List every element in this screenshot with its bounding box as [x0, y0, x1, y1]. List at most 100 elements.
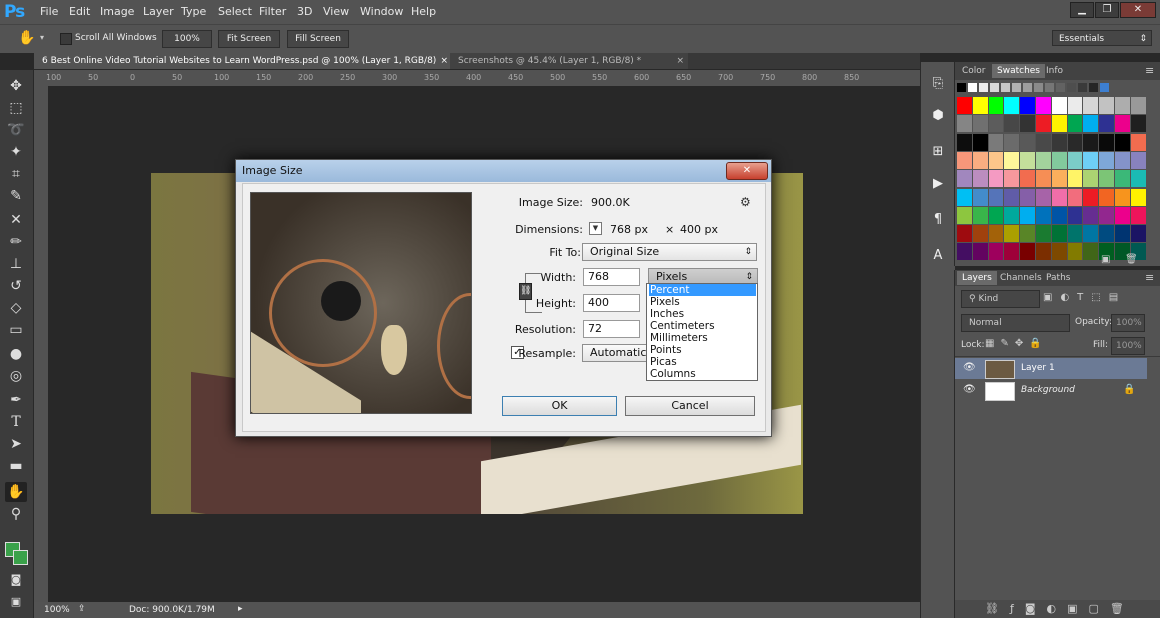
zoom-level[interactable]: 100%: [44, 605, 70, 615]
swatch[interactable]: [1036, 97, 1051, 114]
arrow-right-icon[interactable]: ▸: [238, 604, 243, 614]
stamp-tool-icon[interactable]: ⊥: [5, 254, 27, 274]
swatch[interactable]: [1036, 206, 1051, 224]
swatch[interactable]: [990, 83, 999, 92]
dialog-title-bar[interactable]: Image Size ✕: [236, 160, 771, 182]
swatch[interactable]: [1004, 97, 1020, 114]
swatch[interactable]: [1083, 151, 1099, 169]
menu-select[interactable]: Select: [218, 5, 252, 18]
zoom-tool-icon[interactable]: ⚲: [5, 504, 27, 524]
unit-option-columns[interactable]: Columns: [649, 368, 756, 380]
swatch[interactable]: [1036, 115, 1051, 133]
scroll-all-checkbox[interactable]: [60, 33, 72, 45]
swatch[interactable]: [1051, 170, 1067, 188]
visibility-eye-icon[interactable]: 👁: [963, 362, 976, 373]
swatch[interactable]: [1083, 115, 1099, 133]
swatch[interactable]: [1083, 188, 1099, 206]
menu-window[interactable]: Window: [360, 5, 403, 18]
gradient-tool-icon[interactable]: ▭: [5, 320, 27, 340]
unit-option-pixels[interactable]: Pixels: [649, 296, 756, 308]
swatch[interactable]: [1036, 133, 1051, 151]
swatch[interactable]: [1067, 188, 1083, 206]
fill-screen-button[interactable]: Fill Screen: [287, 30, 349, 48]
fit-screen-button[interactable]: Fit Screen: [218, 30, 280, 48]
swatch[interactable]: [1012, 83, 1021, 92]
swatch[interactable]: [1004, 206, 1020, 224]
swatch[interactable]: [972, 225, 988, 243]
menu-view[interactable]: View: [323, 5, 349, 18]
width-input[interactable]: 768: [583, 268, 640, 286]
swatch[interactable]: [988, 151, 1004, 169]
swatch[interactable]: [1004, 188, 1020, 206]
swatch[interactable]: [1099, 225, 1114, 243]
history-panel-icon[interactable]: ⎘: [929, 76, 947, 94]
swatch[interactable]: [988, 188, 1004, 206]
swatch[interactable]: [1099, 170, 1114, 188]
swatch[interactable]: [988, 225, 1004, 243]
swatch[interactable]: [1051, 225, 1067, 243]
swatch[interactable]: [957, 115, 972, 133]
swatch[interactable]: [1067, 151, 1083, 169]
menu-filter[interactable]: Filter: [259, 5, 286, 18]
swatch[interactable]: [1051, 97, 1067, 114]
tab-screenshots[interactable]: Screenshots @ 45.4% (Layer 1, RGB/8) * ×: [450, 53, 688, 69]
close-window-button[interactable]: ✕: [1120, 2, 1156, 18]
menu-edit[interactable]: Edit: [69, 5, 90, 18]
height-input[interactable]: 400: [583, 294, 640, 312]
swatch[interactable]: [1083, 225, 1099, 243]
menu-help[interactable]: Help: [411, 5, 436, 18]
image-preview[interactable]: [250, 192, 472, 414]
menu-3d[interactable]: 3D: [297, 5, 312, 18]
blend-mode-select[interactable]: Normal: [961, 314, 1070, 332]
swatch[interactable]: [1036, 188, 1051, 206]
3d-panel-icon[interactable]: ⬢: [929, 108, 947, 126]
swatch[interactable]: [1020, 243, 1035, 261]
swatch[interactable]: [1099, 97, 1114, 114]
swatch[interactable]: [1020, 133, 1035, 151]
eyedropper-icon[interactable]: ✎: [5, 186, 27, 206]
swatch[interactable]: [1083, 170, 1099, 188]
type-tool-icon[interactable]: T: [5, 412, 27, 432]
workspace-select[interactable]: Essentials ⇕: [1052, 30, 1152, 46]
chevron-down-icon[interactable]: ▾: [40, 33, 44, 42]
gear-icon[interactable]: ⚙: [740, 195, 751, 209]
move-tool-icon[interactable]: ✥: [5, 76, 27, 96]
swatch[interactable]: [1056, 83, 1065, 92]
fill-input[interactable]: 100%: [1111, 337, 1145, 355]
character-panel-icon[interactable]: A: [929, 248, 947, 266]
swatch[interactable]: [988, 243, 1004, 261]
swatch[interactable]: [1115, 151, 1130, 169]
swatch[interactable]: [972, 170, 988, 188]
swatch[interactable]: [1115, 188, 1130, 206]
swatch[interactable]: [957, 151, 972, 169]
unit-option-centimeters[interactable]: Centimeters: [649, 320, 756, 332]
swatch[interactable]: [1067, 170, 1083, 188]
swatch[interactable]: [957, 97, 972, 114]
layer-row-background[interactable]: 👁 Background 🔒: [955, 380, 1147, 401]
menu-layer[interactable]: Layer: [143, 5, 174, 18]
swatch[interactable]: [972, 206, 988, 224]
tab-color[interactable]: Color: [957, 64, 991, 78]
tab-swatches[interactable]: Swatches: [992, 64, 1045, 78]
swatch[interactable]: [957, 243, 972, 261]
shape-tool-icon[interactable]: ▬: [5, 456, 27, 476]
background-color-swatch[interactable]: [13, 550, 28, 565]
swatch[interactable]: [972, 188, 988, 206]
tab-info[interactable]: Info: [1041, 64, 1068, 78]
swatch[interactable]: [988, 170, 1004, 188]
swatch[interactable]: [1130, 97, 1146, 114]
paragraph-panel-icon[interactable]: ¶: [929, 212, 947, 230]
swatch[interactable]: [1067, 243, 1083, 261]
swatch[interactable]: [1083, 133, 1099, 151]
swatch[interactable]: [1067, 133, 1083, 151]
swatch[interactable]: [1004, 133, 1020, 151]
marquee-tool-icon[interactable]: ⬚: [5, 98, 27, 118]
zoom-100-button[interactable]: 100%: [162, 30, 212, 48]
swatch[interactable]: [1036, 243, 1051, 261]
path-select-icon[interactable]: ➤: [5, 434, 27, 454]
hand-tool-icon[interactable]: ✋: [5, 482, 27, 502]
unit-option-picas[interactable]: Picas: [649, 356, 756, 368]
swatch[interactable]: [1130, 133, 1146, 151]
swatch[interactable]: [1020, 115, 1035, 133]
swatch[interactable]: [1036, 151, 1051, 169]
